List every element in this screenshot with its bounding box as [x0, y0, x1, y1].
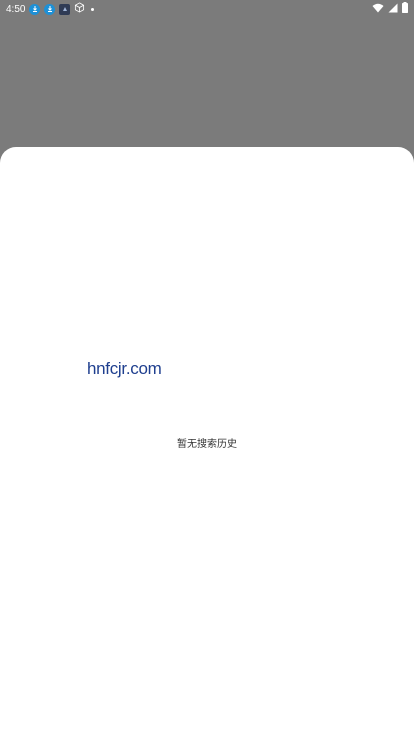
signal-icon	[388, 3, 398, 16]
status-time: 4:50	[6, 3, 26, 15]
search-history-sheet: hnfcjr.com 暂无搜索历史	[0, 147, 414, 736]
battery-icon	[402, 2, 408, 16]
download-notification-icon	[44, 3, 56, 15]
watermark-logo: hnfcjr.com	[87, 359, 162, 378]
cube-icon	[74, 2, 85, 16]
status-right	[372, 2, 408, 16]
app-notification-icon	[59, 3, 71, 15]
wifi-icon	[372, 3, 384, 16]
status-bar: 4:50	[0, 0, 414, 18]
screen: 4:50 hnfcjr.com 暂无搜索历史	[0, 0, 414, 736]
status-left: 4:50	[6, 2, 95, 16]
empty-history-message: 暂无搜索历史	[177, 439, 237, 450]
download-notification-icon	[29, 3, 41, 15]
dot-icon	[91, 7, 95, 11]
